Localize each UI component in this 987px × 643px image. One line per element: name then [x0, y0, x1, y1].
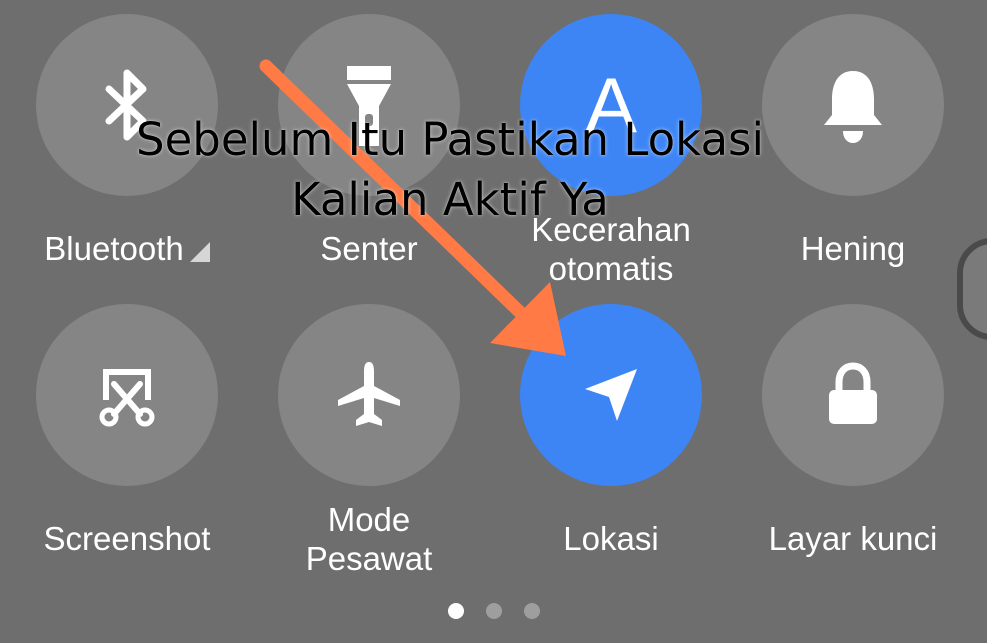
- page-dot-3[interactable]: [523, 603, 540, 619]
- bell-icon: [824, 71, 882, 143]
- page-dot-1[interactable]: [447, 603, 464, 619]
- silent-toggle[interactable]: [762, 14, 944, 196]
- flashlight-toggle[interactable]: [278, 14, 460, 196]
- airplane-mode-toggle[interactable]: [278, 304, 460, 486]
- flashlight-label: Senter: [320, 230, 418, 267]
- airplane-icon: [338, 362, 400, 426]
- bluetooth-label: Bluetooth: [6, 229, 248, 268]
- airplane-mode-label: Mode Pesawat: [305, 501, 433, 577]
- screenshot-label: Screenshot: [43, 520, 211, 557]
- auto-brightness-label: Kecerahan otomatis: [531, 211, 691, 287]
- screenshot-scissors-icon: [99, 369, 155, 427]
- lock-screen-label: Layar kunci: [768, 520, 938, 557]
- lock-screen-toggle[interactable]: [762, 304, 944, 486]
- screenshot-toggle[interactable]: [36, 304, 218, 486]
- page-indicator: [0, 603, 987, 619]
- auto-brightness-toggle[interactable]: A: [520, 14, 702, 196]
- location-label: Lokasi: [563, 520, 659, 557]
- page-dot-2[interactable]: [485, 603, 502, 619]
- auto-brightness-icon: A: [584, 61, 638, 149]
- location-toggle[interactable]: [520, 304, 702, 486]
- bluetooth-icon: [105, 69, 147, 141]
- bluetooth-toggle[interactable]: [36, 14, 218, 196]
- signal-corner-icon: [189, 242, 210, 262]
- location-arrow-icon: [585, 369, 637, 421]
- silent-label: Hening: [800, 230, 906, 267]
- flashlight-icon: [347, 66, 391, 146]
- edge-panel-handle[interactable]: [957, 238, 987, 340]
- lock-icon: [829, 362, 877, 424]
